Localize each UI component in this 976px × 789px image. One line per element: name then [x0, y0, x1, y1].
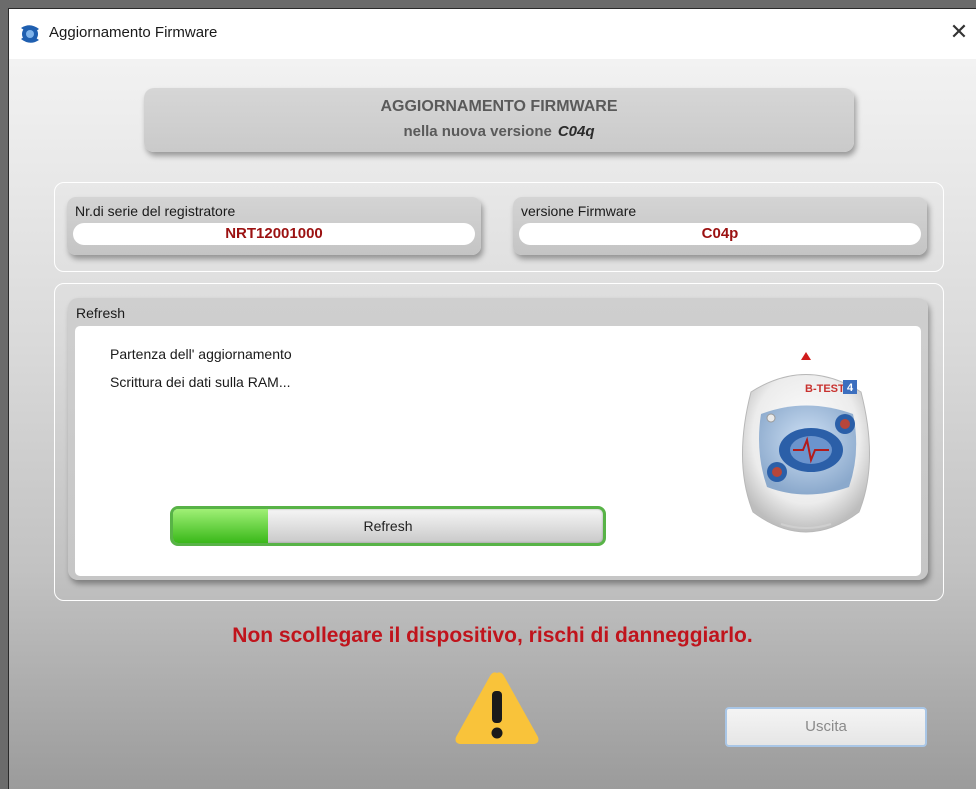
- serial-number-value: NRT12001000: [73, 223, 475, 245]
- client-area: AGGIORNAMENTO FIRMWARE nella nuova versi…: [9, 59, 976, 789]
- refresh-content: Partenza dell' aggiornamento Scrittura d…: [75, 326, 921, 576]
- recorder-device-image: B-TEST 4: [742, 352, 870, 533]
- log-line: Partenza dell' aggiornamento: [110, 346, 292, 362]
- refresh-panel: Refresh Partenza dell' aggiornamento Scr…: [68, 298, 928, 580]
- header-subtitle: nella nuova versione C04q: [144, 123, 854, 140]
- firmware-update-window: Aggiornamento Firmware ✕ AGGIORNAMENTO F…: [8, 8, 976, 789]
- header-title: AGGIORNAMENTO FIRMWARE: [380, 98, 618, 115]
- device-info-group: Nr.di serie del registratore NRT12001000…: [54, 182, 944, 272]
- header-panel: AGGIORNAMENTO FIRMWARE nella nuova versi…: [144, 88, 854, 152]
- firmware-version-label: versione Firmware: [521, 203, 637, 219]
- new-version-label: C04q: [557, 123, 595, 140]
- window-title: Aggiornamento Firmware: [49, 24, 218, 41]
- close-button[interactable]: ✕: [946, 19, 972, 45]
- log-line: Scrittura dei dati sulla RAM...: [110, 374, 291, 390]
- serial-number-box: Nr.di serie del registratore NRT12001000: [67, 197, 481, 255]
- firmware-version-value: C04p: [519, 223, 921, 245]
- app-icon: [21, 25, 39, 43]
- refresh-label: Refresh: [76, 305, 126, 321]
- exit-button[interactable]: Uscita: [725, 707, 927, 747]
- header-subtitle-prefix: nella nuova versione: [403, 123, 552, 140]
- refresh-group: Refresh Partenza dell' aggiornamento Scr…: [54, 283, 944, 601]
- progress-label: Refresh: [363, 518, 413, 534]
- warning-icon: [455, 672, 539, 744]
- serial-number-label: Nr.di serie del registratore: [75, 203, 236, 219]
- title-bar: Aggiornamento Firmware ✕: [9, 9, 976, 59]
- refresh-progress-bar: Refresh: [170, 506, 606, 546]
- close-icon: ✕: [949, 19, 969, 44]
- warning-message: Non scollegare il dispositivo, rischi di…: [232, 624, 753, 647]
- firmware-version-box: versione Firmware C04p: [513, 197, 927, 255]
- device-brand-text: B-TEST: [805, 383, 845, 395]
- device-model-text: 4: [847, 382, 854, 394]
